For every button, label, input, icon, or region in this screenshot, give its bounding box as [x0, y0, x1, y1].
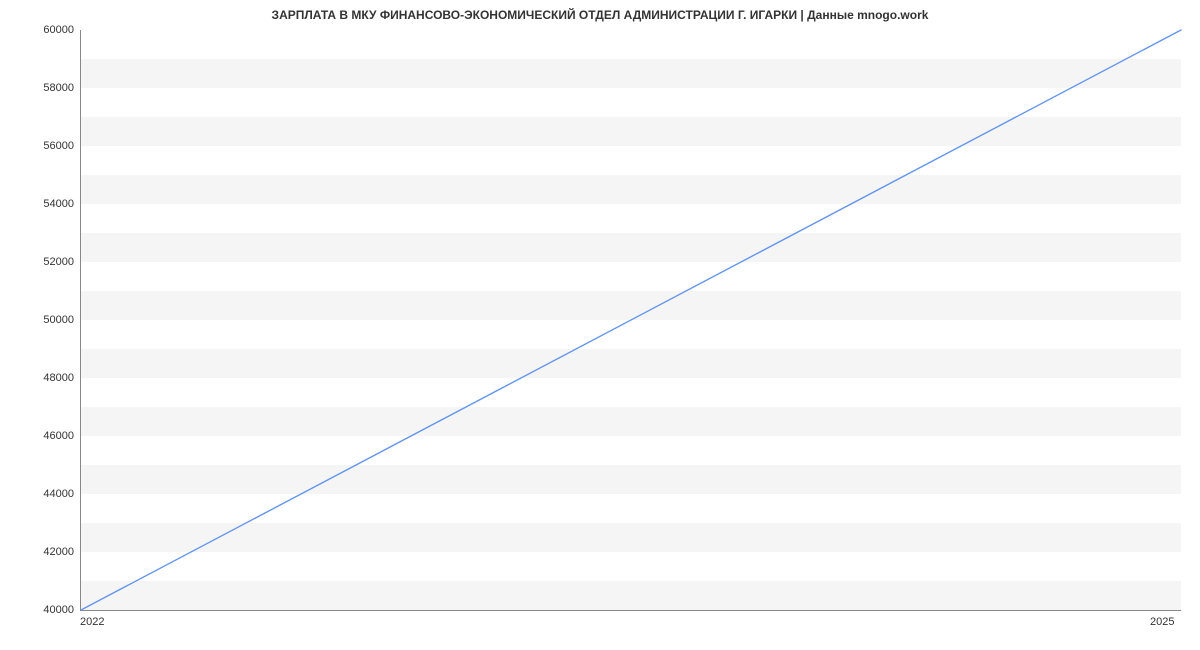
line-series	[81, 30, 1181, 610]
y-tick-label: 54000	[14, 198, 74, 210]
y-tick-label: 50000	[14, 314, 74, 326]
y-tick-label: 48000	[14, 372, 74, 384]
x-tick-label: 2025	[1150, 616, 1174, 628]
series-polyline	[81, 30, 1181, 610]
y-tick-label: 40000	[14, 604, 74, 616]
plot-area	[80, 30, 1181, 611]
y-tick-label: 56000	[14, 140, 74, 152]
chart-container: ЗАРПЛАТА В МКУ ФИНАНСОВО-ЭКОНОМИЧЕСКИЙ О…	[0, 0, 1200, 650]
y-tick-label: 44000	[14, 488, 74, 500]
y-tick-label: 42000	[14, 546, 74, 558]
x-tick-label: 2022	[80, 616, 104, 628]
y-tick-label: 52000	[14, 256, 74, 268]
chart-title: ЗАРПЛАТА В МКУ ФИНАНСОВО-ЭКОНОМИЧЕСКИЙ О…	[0, 8, 1200, 22]
y-tick-label: 46000	[14, 430, 74, 442]
y-tick-label: 58000	[14, 82, 74, 94]
y-tick-label: 60000	[14, 24, 74, 36]
